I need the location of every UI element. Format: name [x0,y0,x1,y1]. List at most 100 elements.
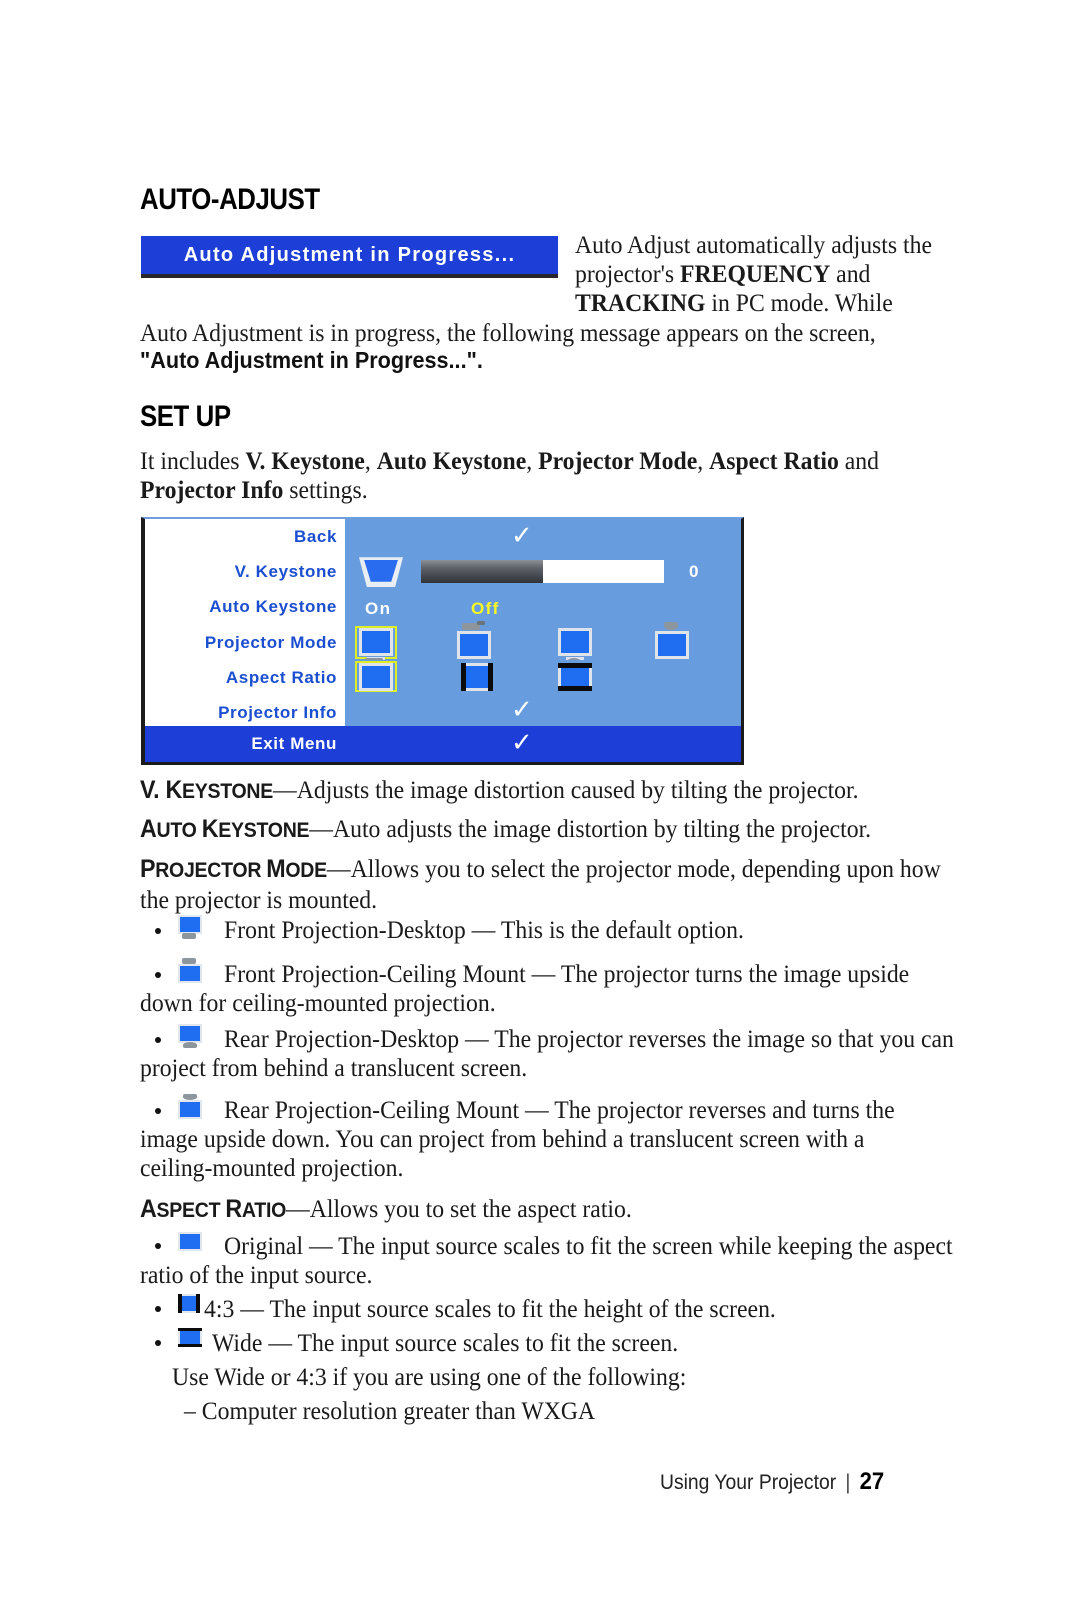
aspect-original-icon[interactable] [359,663,393,692]
definition-aspect-ratio: ASPECT RATIO—Allows you to set the aspec… [140,1194,982,1225]
bullet-dot [155,1306,161,1312]
osd-label-auto-keystone: Auto Keystone [145,589,345,625]
osd-label-aspect-ratio: Aspect Ratio [145,660,345,696]
rear-projection-ceiling-icon [176,1093,204,1119]
osd-row-v-keystone[interactable]: V. Keystone 0 [145,554,741,590]
intro-sep-1: , [364,446,377,475]
v-keystone-slider[interactable] [421,560,664,584]
v-keystone-value: 0 [689,562,699,582]
page-heading-auto-adjust: AUTO-ADJUST [140,183,320,216]
osd-row-aspect-ratio[interactable]: Aspect Ratio [145,660,741,696]
definition-text-aspect-ratio: Allows you to set the aspect ratio. [309,1194,632,1223]
definition-term-auto-keystone: AUTO KEYSTONE [140,815,310,843]
definition-text-projector-mode-2: the projector is mounted. [140,885,378,914]
aspect-4-3-icon [176,1292,202,1316]
rear-projection-desktop-icon [176,1022,204,1048]
bullet-text-rear-desktop: Rear Projection-Desktop — The projector … [224,1024,954,1053]
intro-suffix: settings. [283,475,368,504]
bullet-dot [155,1108,161,1114]
auto-adjust-line-2-suffix: and [830,259,871,288]
osd-control-aspect-ratio[interactable] [345,660,741,696]
manual-page: AUTO-ADJUST Auto Adjustment in Progress.… [0,0,1080,1620]
bullet-text-aspect-4-3: 4:3 — The input source scales to fit the… [204,1294,776,1323]
intro-sep-2: , [526,446,539,475]
auto-adjust-full-line: Auto Adjustment is in progress, the foll… [140,318,876,347]
definition-dash: — [309,814,333,843]
set-up-intro-paragraph: It includes V. Keystone, Auto Keystone, … [140,446,982,504]
bullet-text-rear-desktop-2: project from behind a translucent screen… [140,1053,528,1082]
aspect-dash-item: – Computer resolution greater than WXGA [184,1396,596,1425]
definition-v-keystone: V. KEYSTONE—Adjusts the image distortion… [140,775,982,806]
page-footer: Using Your Projector | 27 [660,1468,884,1496]
bullet-text-aspect-wide: Wide — The input source scales to fit th… [212,1328,679,1357]
definition-text-auto-keystone: Auto adjusts the image distortion by til… [332,814,872,843]
auto-keystone-off-option[interactable]: Off [471,599,500,619]
osd-label-exit-menu: Exit Menu [251,734,337,753]
intro-prefix: It includes [140,446,246,475]
osd-row-projector-mode[interactable]: Projector Mode [145,620,741,666]
osd-row-exit-menu[interactable]: Exit Menu ✓ [145,726,741,762]
footer-separator: | [845,1471,851,1494]
check-icon: ✓ [511,521,533,551]
auto-adjustment-message-box: Auto Adjustment in Progress... [141,236,558,278]
front-projection-desktop-icon [176,913,204,939]
osd-setup-menu: Back ✓ V. Keystone 0 Auto Keystone On Of… [141,517,744,765]
bullet-text-front-ceiling: Front Projection-Ceiling Mount — The pro… [224,959,910,988]
aspect-original-icon [176,1230,204,1254]
osd-row-back[interactable]: Back ✓ [145,519,741,555]
bullet-dot [155,972,161,978]
bullet-text-aspect-original-2: ratio of the input source. [140,1260,373,1289]
rear-projection-ceiling-icon[interactable] [655,621,689,659]
definition-term-aspect-ratio: ASPECT RATIO [140,1195,287,1223]
front-projection-ceiling-icon [176,957,204,983]
definition-term-projector-mode: PROJECTOR MODE [140,855,327,883]
term-auto-keystone: Auto Keystone [376,446,527,475]
definition-term-v-keystone: V. KEYSTONE [140,776,274,804]
definition-text-projector-mode: Allows you to select the projector mode,… [350,854,941,883]
bullet-text-rear-ceiling-2: image upside down. You can project from … [140,1124,865,1153]
intro-mid: and [838,446,880,475]
footer-title: Using Your Projector [660,1471,837,1494]
bullet-dot [155,1340,161,1346]
keystone-trapezoid-icon [359,557,403,588]
auto-keystone-on-option[interactable]: On [365,599,391,619]
auto-adjust-paragraph-right: Auto Adjust automatically adjusts the pr… [575,230,966,317]
osd-control-auto-keystone[interactable]: On Off [345,589,741,625]
auto-adjust-line-3-suffix: in PC mode. While [705,288,893,317]
term-v-keystone: V. Keystone [245,446,365,475]
aspect-wide-icon[interactable] [558,663,592,692]
auto-adjust-quote: "Auto Adjustment in Progress...". [140,347,483,373]
aspect-wide-icon [176,1326,204,1350]
osd-control-v-keystone[interactable]: 0 [345,554,741,590]
osd-control-back[interactable]: ✓ [345,519,741,555]
auto-adjust-line-1: Auto Adjust automatically adjusts the [575,230,933,259]
definition-dash: — [273,775,297,804]
auto-adjust-line-2-prefix: projector's [575,259,681,288]
bullet-dot [155,928,161,934]
definition-dash: — [326,854,351,883]
frequency-term: FREQUENCY [680,259,831,288]
osd-control-exit-menu[interactable]: ✓ [345,726,741,762]
bullet-dot [155,1037,161,1043]
front-projection-desktop-icon[interactable] [359,627,393,665]
aspect-4-3-icon[interactable] [461,663,493,692]
osd-control-projector-mode[interactable] [345,620,741,666]
term-projector-info: Projector Info [140,475,284,504]
bullet-text-front-ceiling-2: down for ceiling-mounted projection. [140,988,496,1017]
check-icon: ✓ [511,728,533,758]
front-projection-ceiling-icon[interactable] [457,620,491,659]
osd-row-auto-keystone[interactable]: Auto Keystone On Off [145,589,741,625]
term-projector-mode: Projector Mode [538,446,698,475]
check-icon: ✓ [511,695,533,726]
definition-text-v-keystone: Adjusts the image distortion caused by t… [296,775,859,804]
bullet-text-rear-ceiling: Rear Projection-Ceiling Mount — The proj… [224,1095,895,1124]
auto-adjust-paragraph-full: Auto Adjustment is in progress, the foll… [140,318,977,347]
definition-projector-mode: PROJECTOR MODE—Allows you to select the … [140,854,982,914]
auto-adjustment-message-text: Auto Adjustment in Progress... [183,243,516,266]
footer-page-number: 27 [859,1468,885,1495]
osd-label-projector-mode: Projector Mode [145,624,345,661]
term-aspect-ratio: Aspect Ratio [709,446,839,475]
bullet-dot [155,1243,161,1249]
rear-projection-desktop-icon[interactable] [558,627,592,666]
intro-sep-3: , [697,446,710,475]
